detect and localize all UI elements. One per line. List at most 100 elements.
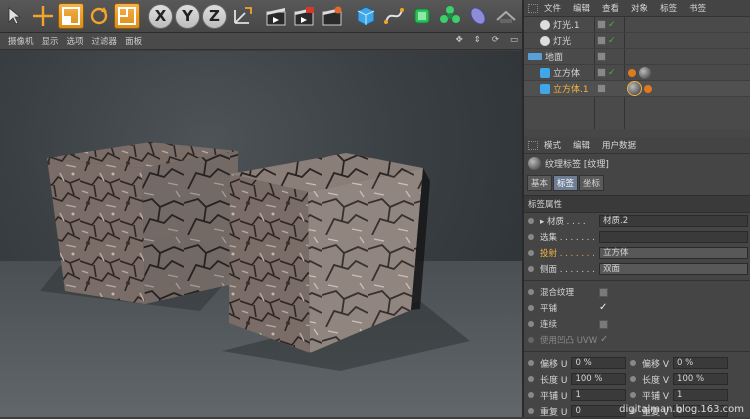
menu-bookmarks[interactable]: 书签 <box>689 2 706 14</box>
menu-file[interactable]: 文件 <box>544 2 561 14</box>
menu-edit[interactable]: 编辑 <box>573 139 590 151</box>
enabled-check-icon[interactable]: ✓ <box>608 20 616 30</box>
keyframe-bullet-icon[interactable] <box>528 408 534 414</box>
texture-tag-icon[interactable] <box>628 68 636 77</box>
object-row-cube-1[interactable]: 立方体.1 <box>524 81 750 97</box>
cube-icon <box>540 83 550 94</box>
maximize-icon[interactable]: ▭ <box>510 35 518 45</box>
recent-tool-button[interactable] <box>114 3 140 29</box>
move-tool-button[interactable] <box>30 3 56 29</box>
tab-tag[interactable]: 标签 <box>553 175 579 191</box>
material-tag-icon <box>528 157 541 170</box>
keyframe-bullet-icon[interactable] <box>528 218 534 224</box>
offset-u-label: 偏移 U <box>540 359 568 370</box>
projection-dropdown[interactable]: 立方体 <box>599 247 748 259</box>
keyframe-bullet-icon[interactable] <box>528 392 534 398</box>
tile-v-field[interactable]: 1 <box>673 389 729 401</box>
material-tag-icon[interactable] <box>627 81 642 96</box>
z-axis-lock-button[interactable]: Z <box>202 3 227 29</box>
add-spline-button[interactable] <box>381 3 407 29</box>
3d-viewport[interactable] <box>0 51 522 417</box>
keyframe-bullet-icon[interactable] <box>528 376 534 382</box>
keyframe-bullet-icon[interactable] <box>528 305 534 311</box>
zoom-icon[interactable]: ⇕ <box>474 35 481 45</box>
add-cube-button[interactable] <box>353 3 379 29</box>
texture-tag-icon[interactable] <box>644 84 652 93</box>
object-row-light[interactable]: 灯光 ✓ <box>524 33 750 49</box>
selection-field[interactable] <box>599 231 748 243</box>
panel-grip-icon[interactable] <box>528 3 538 13</box>
keyframe-bullet-icon[interactable] <box>528 250 534 256</box>
deformer-icon <box>470 7 486 25</box>
visibility-toggle[interactable] <box>597 68 606 77</box>
length-u-field[interactable]: 100 % <box>571 373 627 385</box>
seamless-checkbox[interactable] <box>599 319 608 329</box>
render-picture-viewer-button[interactable] <box>291 3 317 29</box>
object-list: 灯光.1 ✓ 灯光 ✓ 地面 立方体 ✓ 立方体.1 <box>524 17 750 129</box>
tab-coordinates[interactable]: 坐标 <box>579 175 605 191</box>
object-row-light-1[interactable]: 灯光.1 ✓ <box>524 17 750 33</box>
enabled-check-icon[interactable]: ✓ <box>608 36 616 46</box>
menu-panel[interactable]: 面板 <box>125 35 142 47</box>
coordinate-system-button[interactable] <box>229 3 255 29</box>
menu-user-data[interactable]: 用户数据 <box>602 139 636 151</box>
enabled-check-icon[interactable]: ✓ <box>608 68 616 78</box>
keyframe-bullet-icon[interactable] <box>630 392 636 398</box>
scale-icon <box>62 7 80 25</box>
object-row-cube[interactable]: 立方体 ✓ <box>524 65 750 81</box>
add-scene-button[interactable] <box>493 3 519 29</box>
visibility-toggle[interactable] <box>597 52 606 61</box>
add-array-button[interactable] <box>437 3 463 29</box>
visibility-toggle[interactable] <box>597 84 606 93</box>
visibility-toggle[interactable] <box>597 36 606 45</box>
scale-tool-button[interactable] <box>58 3 84 29</box>
menu-edit[interactable]: 编辑 <box>573 2 590 14</box>
keyframe-bullet-icon[interactable] <box>528 289 534 295</box>
seamless-row: 连续 <box>524 316 750 332</box>
menu-filter[interactable]: 过滤器 <box>92 35 118 47</box>
length-v-field[interactable]: 100 % <box>673 373 729 385</box>
tile-checkbox[interactable]: ✓ <box>599 302 608 313</box>
menu-object[interactable]: 对象 <box>631 2 648 14</box>
orbit-icon[interactable]: ⟳ <box>492 35 499 45</box>
tile-row: 平铺 ✓ <box>524 300 750 316</box>
menu-camera[interactable]: 摄像机 <box>8 35 34 47</box>
keyframe-bullet-icon[interactable] <box>630 376 636 382</box>
right-panel: 文件 编辑 查看 对象 标签 书签 灯光.1 ✓ 灯光 ✓ 地面 立方体 ✓ 立… <box>522 0 750 418</box>
keyframe-bullet-icon[interactable] <box>528 234 534 240</box>
keyframe-bullet-icon[interactable] <box>528 337 534 343</box>
keyframe-bullet-icon[interactable] <box>528 266 534 272</box>
visibility-toggle[interactable] <box>597 20 606 29</box>
render-view-button[interactable] <box>263 3 289 29</box>
length-row: 长度 U 100 % 长度 V 100 % <box>524 371 750 387</box>
keyframe-bullet-icon[interactable] <box>630 360 636 366</box>
menu-mode[interactable]: 模式 <box>544 139 561 151</box>
offset-v-field[interactable]: 0 % <box>673 357 729 369</box>
panel-grip-icon[interactable] <box>528 140 538 150</box>
rotate-tool-button[interactable] <box>86 3 112 29</box>
tile-u-field[interactable]: 1 <box>571 389 627 401</box>
live-selection-button[interactable] <box>2 3 28 29</box>
material-field[interactable]: 材质.2 <box>599 215 748 227</box>
material-tag-icon[interactable] <box>639 66 651 79</box>
add-deformer-button[interactable] <box>465 3 491 29</box>
mix-textures-row: 混合纹理 <box>524 284 750 300</box>
offset-u-field[interactable]: 0 % <box>571 357 627 369</box>
keyframe-bullet-icon[interactable] <box>528 321 534 327</box>
menu-options[interactable]: 选项 <box>67 35 84 47</box>
menu-display[interactable]: 显示 <box>42 35 59 47</box>
side-dropdown[interactable]: 双面 <box>599 263 748 275</box>
mix-checkbox[interactable] <box>599 287 608 297</box>
pan-icon[interactable]: ✥ <box>456 35 463 45</box>
y-axis-lock-button[interactable]: Y <box>175 3 200 29</box>
add-generator-button[interactable] <box>409 3 435 29</box>
uvw-checkbox[interactable]: ✓ <box>600 334 609 345</box>
keyframe-bullet-icon[interactable] <box>528 360 534 366</box>
move-icon <box>33 6 53 26</box>
tab-basic[interactable]: 基本 <box>527 175 553 191</box>
render-settings-button[interactable] <box>319 3 345 29</box>
x-axis-lock-button[interactable]: X <box>148 3 173 29</box>
object-row-floor[interactable]: 地面 <box>524 49 750 65</box>
menu-view[interactable]: 查看 <box>602 2 619 14</box>
menu-tags[interactable]: 标签 <box>660 2 677 14</box>
